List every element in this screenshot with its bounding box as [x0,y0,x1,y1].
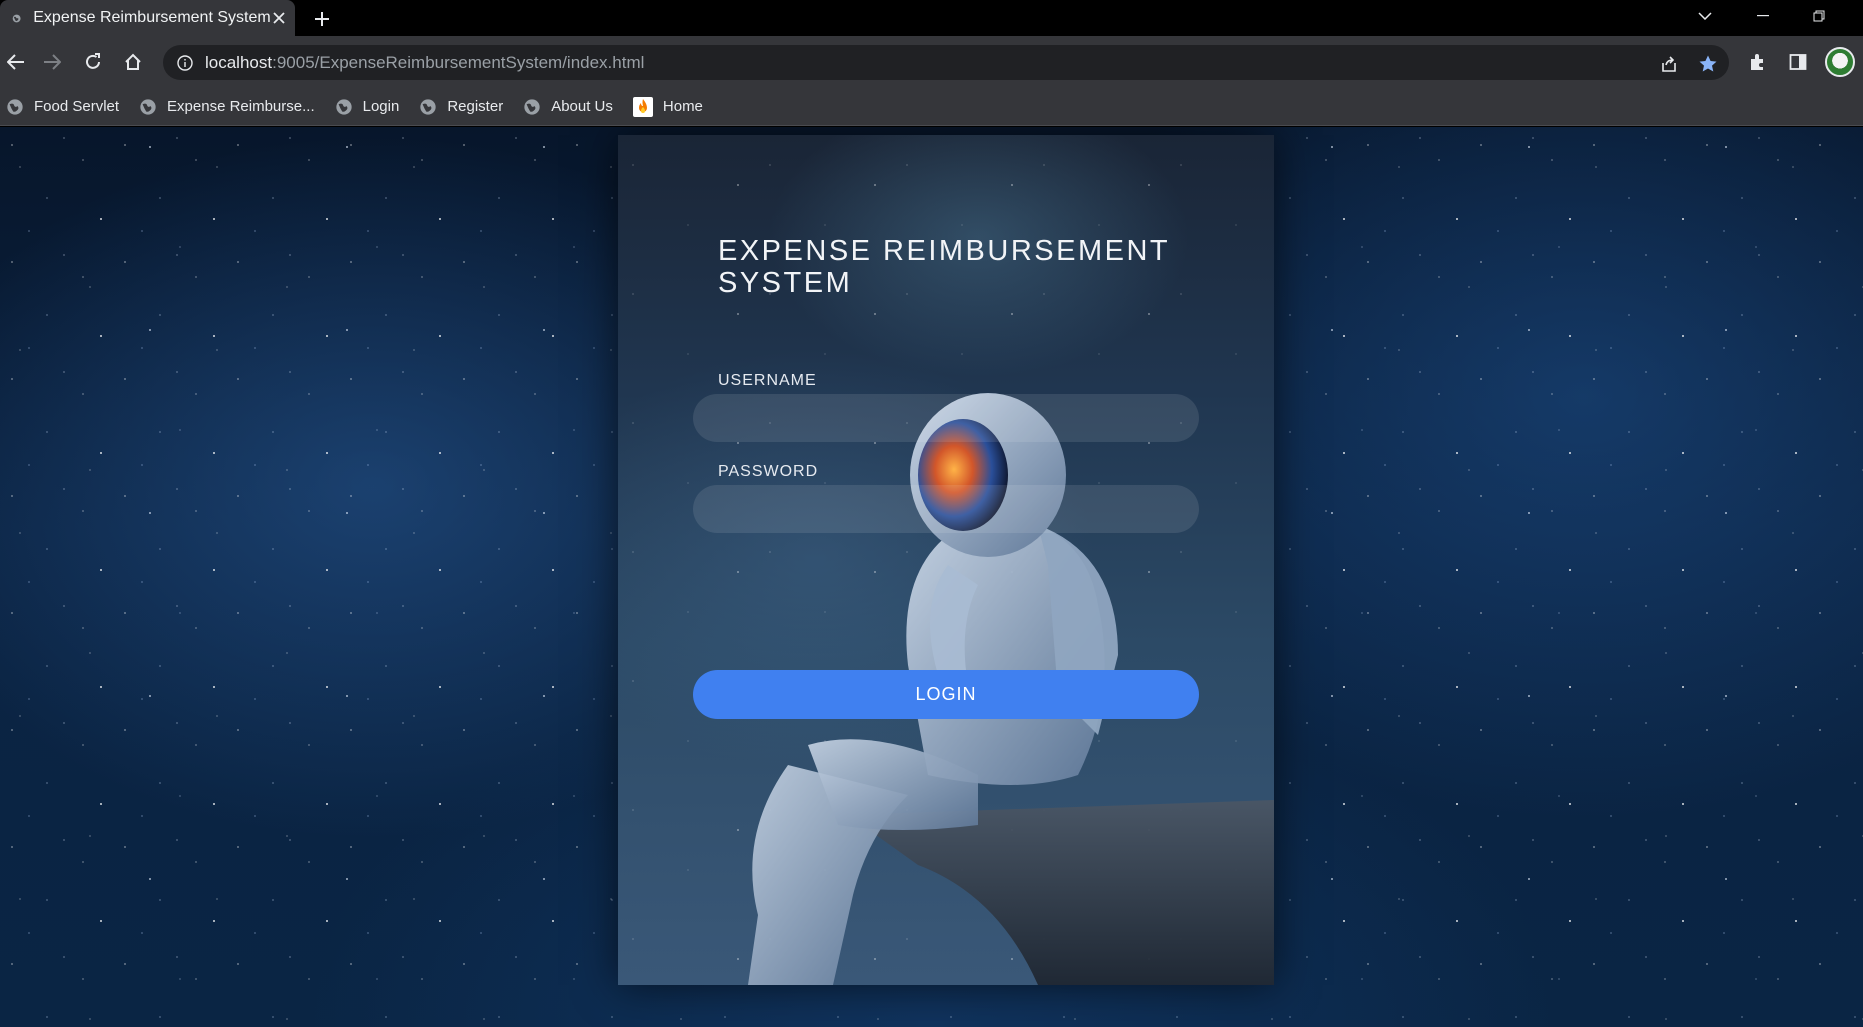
bookmark-register[interactable]: Register [419,92,513,122]
globe-icon [335,98,352,115]
username-label: USERNAME [718,372,817,389]
login-card: EXPENSE REIMBURSEMENT SYSTEM USERNAME PA… [618,135,1274,985]
bookmark-label: Home [662,98,703,115]
minimize-icon[interactable] [1740,0,1786,32]
page-title: EXPENSE REIMBURSEMENT SYSTEM [718,235,1170,299]
bookmark-label: Register [447,98,504,115]
globe-icon [524,98,540,115]
password-input[interactable] [693,485,1199,533]
password-label: PASSWORD [718,463,819,480]
bookmark-label: Expense Reimburse... [167,98,315,115]
home-icon[interactable] [117,46,149,78]
new-tab-button[interactable] [308,5,336,33]
restore-icon[interactable] [1796,0,1842,32]
bookmarks-bar: Food Servlet Expense Reimburse... Login … [0,88,1863,126]
tab-title: Expense Reimbursement System [33,9,271,26]
tab-search-icon[interactable] [1682,0,1728,32]
bookmark-login[interactable]: Login [335,92,410,122]
globe-icon [420,98,436,115]
browser-toolbar: localhost:9005/ExpenseReimbursementSyste… [0,36,1863,88]
bookmark-expense-reimburse[interactable]: Expense Reimburse... [139,92,325,122]
bookmark-about-us[interactable]: About Us [523,92,623,122]
share-icon[interactable] [1658,53,1680,75]
browser-titlebar: Expense Reimbursement System [0,0,1863,36]
username-input[interactable] [693,394,1199,442]
login-button[interactable]: LOGIN [693,670,1199,719]
address-bar[interactable]: localhost:9005/ExpenseReimbursementSyste… [163,45,1729,80]
site-info-icon[interactable] [175,53,195,73]
extensions-icon[interactable] [1744,48,1772,76]
page-background: EXPENSE REIMBURSEMENT SYSTEM USERNAME PA… [0,127,1863,1027]
fire-icon [632,96,653,117]
globe-icon [7,98,23,115]
globe-icon [140,98,156,115]
bookmark-label: About Us [551,98,613,115]
bookmark-label: Food Servlet [34,98,120,115]
back-icon[interactable] [0,46,32,78]
bookmark-star-icon[interactable] [1697,53,1719,75]
profile-avatar[interactable] [1825,47,1855,77]
bookmark-food-servlet[interactable]: Food Servlet [6,92,129,122]
browser-tab-active[interactable]: Expense Reimbursement System [0,0,295,36]
forward-icon[interactable] [36,46,68,78]
bookmark-home[interactable]: Home [632,92,713,122]
globe-icon [12,14,21,22]
bookmark-label: Login [362,98,400,115]
side-panel-icon[interactable] [1784,48,1812,76]
reload-icon[interactable] [77,46,109,78]
url-text[interactable]: localhost:9005/ExpenseReimbursementSyste… [205,53,644,73]
close-tab-icon[interactable] [271,3,287,33]
